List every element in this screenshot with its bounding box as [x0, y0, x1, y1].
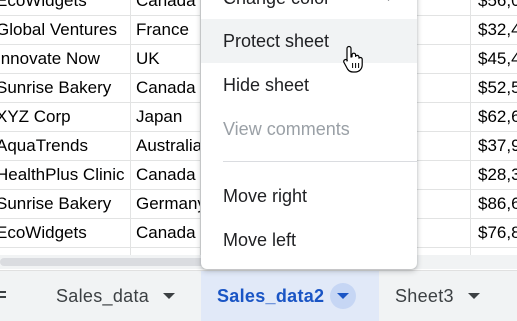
menu-item-move-right[interactable]: Move right [201, 174, 417, 218]
menu-item-label: Protect sheet [223, 31, 330, 51]
cell-amount[interactable]: $76,8 [478, 218, 517, 247]
cell-country[interactable]: France [136, 15, 200, 44]
cell-country[interactable]: Canada [136, 0, 200, 15]
cell-amount[interactable]: $32,4 [478, 15, 517, 44]
cell-company[interactable]: Sunrise Bakery [0, 73, 129, 102]
tab-label: Sales_data [56, 285, 150, 306]
cell-amount[interactable]: $52,5 [478, 73, 517, 102]
tab-label: Sheet3 [395, 285, 454, 306]
cell-amount[interactable]: $28,3 [478, 160, 517, 189]
cell-amount[interactable]: $62,6 [478, 102, 517, 131]
chevron-right-icon [382, 0, 395, 1]
sheet-tab-bar: Sales_data Sales_data2 Sheet3 [0, 270, 517, 321]
cell-amount[interactable]: $45,4 [478, 44, 517, 73]
menu-item-label: Move left [223, 230, 297, 250]
cell-amount[interactable]: $86,6 [478, 189, 517, 218]
tab-sheet3[interactable]: Sheet3 [379, 271, 509, 321]
cell-country[interactable]: Germany [136, 189, 200, 218]
all-sheets-icon[interactable] [0, 291, 6, 303]
tab-sales-data[interactable]: Sales_data [38, 271, 200, 321]
chevron-down-icon[interactable] [467, 293, 480, 299]
cell-company[interactable]: HealthPlus Clinic [0, 160, 129, 189]
scrollbar-thumb[interactable] [0, 258, 220, 266]
menu-item-label: Hide sheet [223, 75, 310, 95]
cell-country[interactable]: Canada [136, 218, 200, 247]
menu-item-change-color[interactable]: Change color [201, 0, 417, 20]
cell-country[interactable]: UK [136, 44, 200, 73]
menu-item-move-left[interactable]: Move left [201, 218, 417, 262]
cell-country[interactable]: Canada [136, 73, 200, 102]
menu-item-label: View comments [223, 119, 350, 139]
cell-company[interactable]: EcoWidgets [0, 218, 129, 247]
cell-company[interactable]: AquaTrends [0, 131, 129, 160]
cell-company[interactable]: Innovate Now [0, 44, 129, 73]
chevron-down-icon [337, 293, 350, 299]
tab-dropdown-button[interactable] [330, 283, 357, 309]
menu-item-label: Change color [223, 0, 330, 8]
cell-company[interactable]: Global Ventures [0, 15, 129, 44]
tab-sales-data2[interactable]: Sales_data2 [201, 271, 379, 321]
chevron-down-icon[interactable] [163, 293, 176, 299]
cell-company[interactable]: XYZ Corp [0, 102, 129, 131]
menu-item-protect-sheet[interactable]: Protect sheet [201, 19, 417, 63]
cell-company[interactable]: Sunrise Bakery [0, 189, 129, 218]
menu-item-label: Move right [223, 186, 308, 206]
menu-separator [223, 161, 417, 162]
cell-country[interactable]: Japan [136, 102, 200, 131]
cell-amount[interactable]: $56,0 [478, 0, 517, 15]
cell-country[interactable]: Canada [136, 160, 200, 189]
menu-item-hide-sheet[interactable]: Hide sheet [201, 63, 417, 107]
cell-country[interactable]: Australia [136, 131, 200, 160]
menu-item-view-comments: View comments [201, 107, 417, 151]
cell-amount[interactable]: $37,9 [478, 131, 517, 160]
cell-company[interactable]: EcoWidgets [0, 0, 129, 15]
tab-label: Sales_data2 [217, 285, 325, 306]
sheet-context-menu: Change color Protect sheet Hide sheet Vi… [201, 0, 417, 269]
hand-pointer-icon [343, 45, 363, 73]
